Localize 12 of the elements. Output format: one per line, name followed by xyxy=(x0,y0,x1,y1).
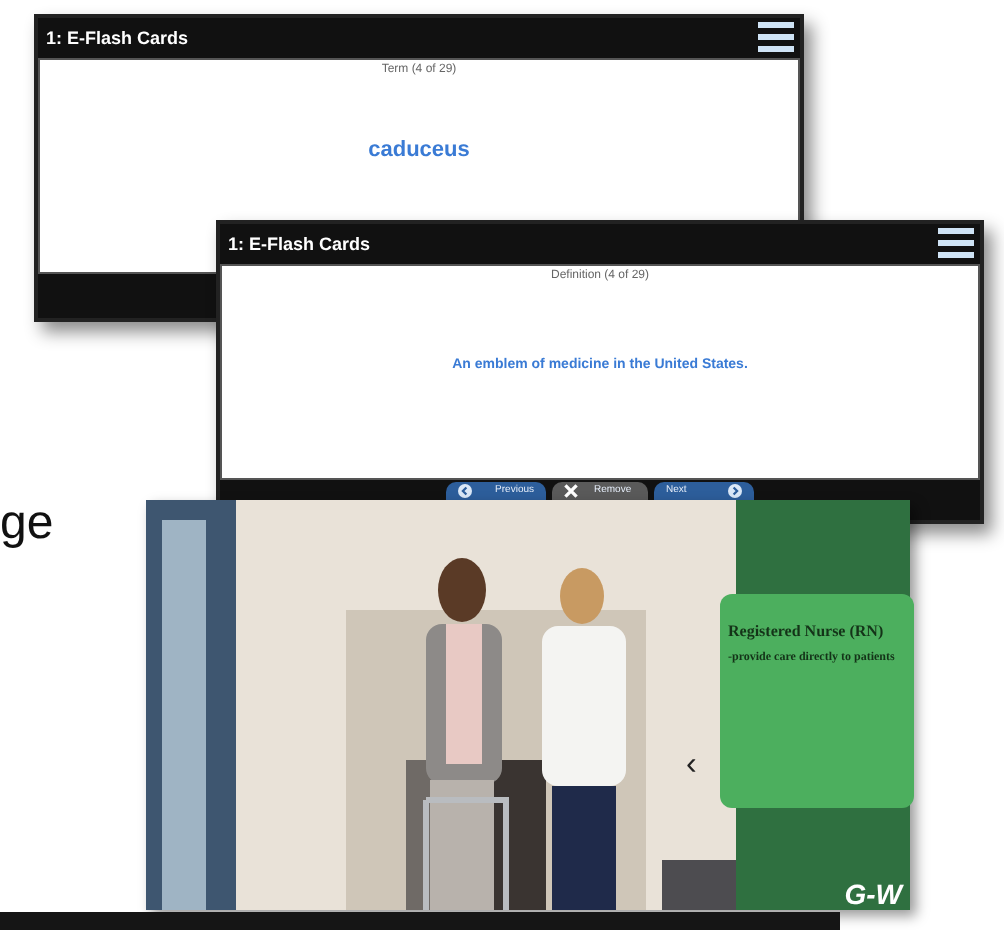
heading-text: ge xyxy=(0,496,54,552)
menu-icon[interactable] xyxy=(938,228,974,260)
chevron-left-icon xyxy=(458,484,472,498)
window-title: 1: E-Flash Cards xyxy=(228,234,371,254)
term-text: caduceus xyxy=(368,138,470,162)
previous-arrow[interactable]: ‹ xyxy=(686,748,697,784)
x-icon xyxy=(564,484,578,498)
logo: G-W xyxy=(844,878,902,910)
card-title: Registered Nurse (RN) xyxy=(728,622,886,640)
chevron-right-icon xyxy=(728,484,742,498)
window-title: 1: E-Flash Cards xyxy=(46,28,189,48)
menu-icon[interactable] xyxy=(758,22,794,54)
